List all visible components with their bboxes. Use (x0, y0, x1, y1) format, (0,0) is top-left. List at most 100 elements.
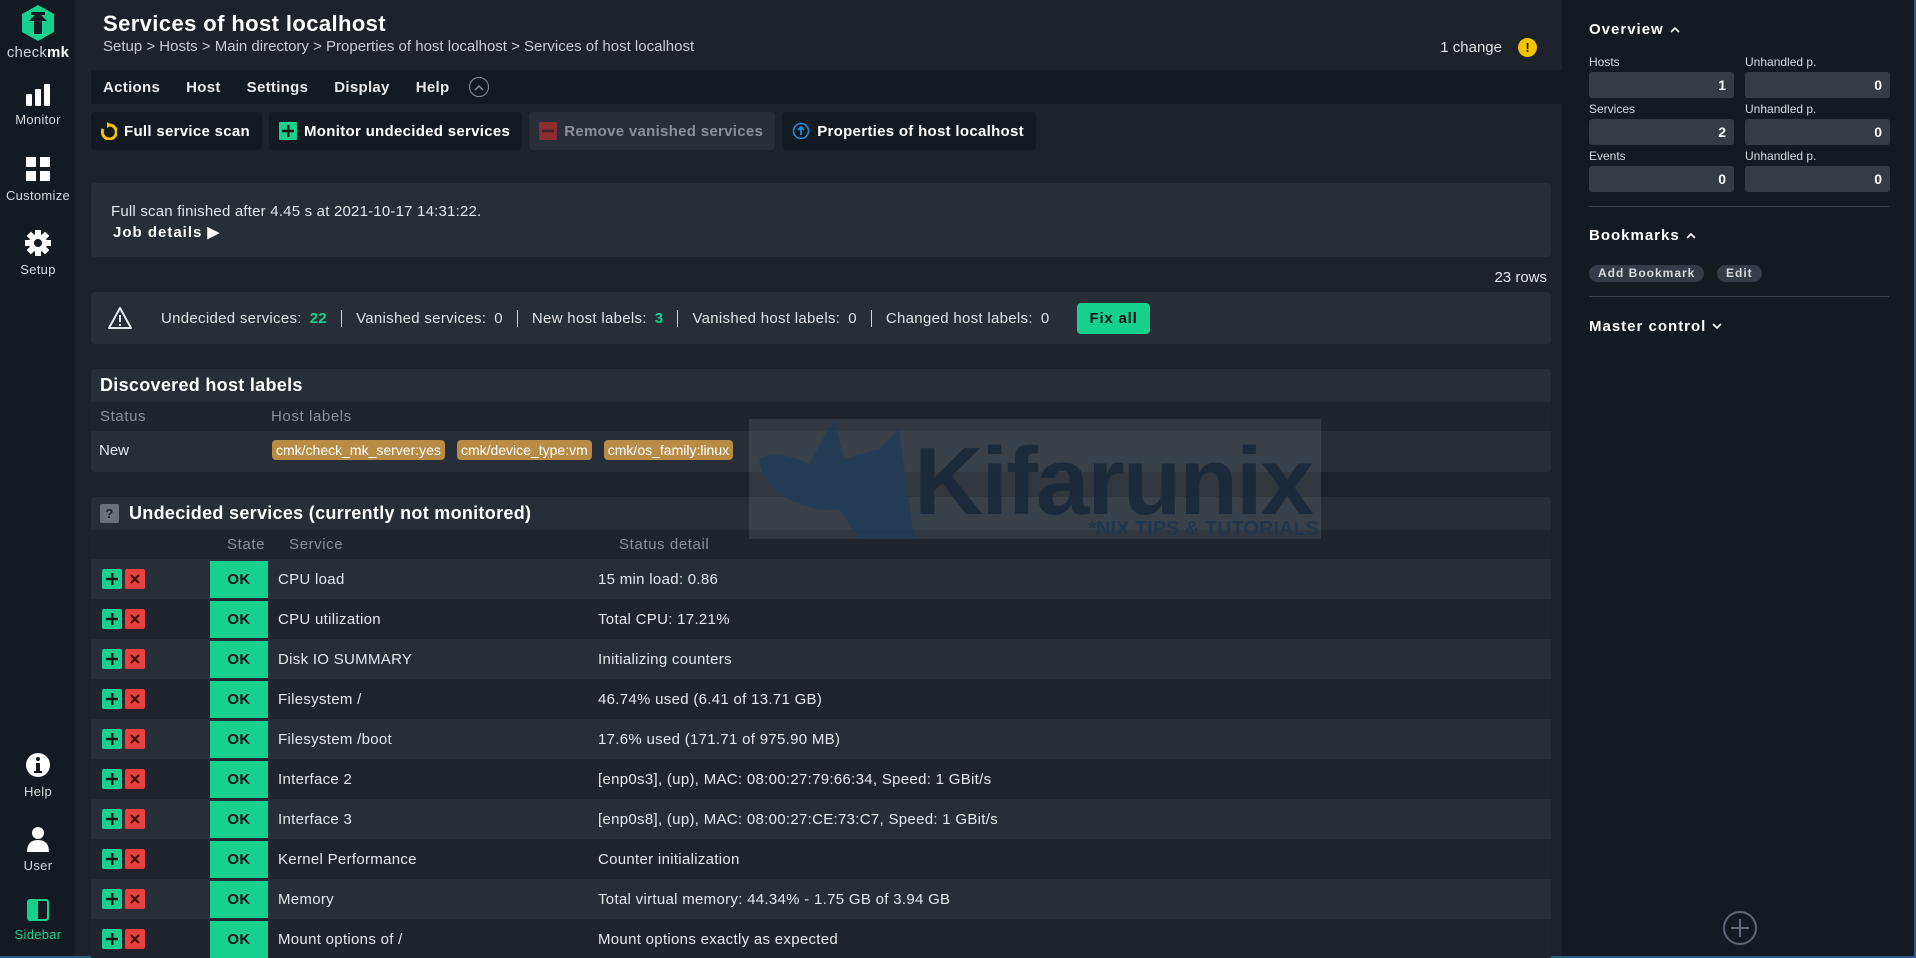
service-name[interactable]: Memory (268, 891, 598, 908)
host-properties-button[interactable]: Properties of host localhost (782, 112, 1036, 150)
overview-label: Unhandled p. (1745, 149, 1817, 163)
monitor-service-button[interactable] (102, 929, 122, 949)
monitor-service-button[interactable] (102, 689, 122, 709)
fix-all-button[interactable]: Fix all (1077, 302, 1150, 334)
service-name[interactable]: Disk IO SUMMARY (268, 651, 598, 668)
menu-display[interactable]: Display (334, 79, 389, 96)
collapse-menu-button[interactable] (469, 77, 490, 97)
column-host-labels[interactable]: Host labels (271, 408, 352, 425)
nav-help[interactable]: Help (0, 752, 76, 799)
summary-changed-host-labels: Changed host labels: 0 (870, 309, 1064, 327)
overview-snapin-header[interactable]: Overview (1589, 21, 1680, 38)
disable-service-button[interactable] (125, 689, 145, 709)
overview-label: Unhandled p. (1745, 102, 1817, 116)
nav-label: User (23, 858, 53, 873)
nav-setup[interactable]: Setup (0, 230, 76, 277)
service-name[interactable]: Interface 3 (268, 811, 598, 828)
column-service[interactable]: Service (289, 536, 619, 553)
summary-vanished-services: Vanished services: 0 (341, 309, 517, 327)
disable-service-button[interactable] (125, 649, 145, 669)
disable-service-button[interactable] (125, 929, 145, 949)
host-label-tag[interactable]: cmk/check_mk_server:yes (272, 440, 445, 460)
add-snapin-button[interactable] (1722, 910, 1758, 951)
close-icon (130, 694, 140, 704)
disable-service-button[interactable] (125, 729, 145, 749)
service-name[interactable]: CPU load (268, 571, 598, 588)
nav-monitor[interactable]: Monitor (0, 84, 76, 127)
services-unhandled-count[interactable]: 0 (1745, 119, 1890, 145)
state-badge: OK (210, 640, 268, 678)
host-label-tag[interactable]: cmk/os_family:linux (603, 440, 734, 460)
monitor-service-button[interactable] (102, 649, 122, 669)
services-table-body: OK CPU load 15 min load: 0.86 OK CPU utiliza… (91, 559, 1551, 958)
monitor-service-button[interactable] (102, 729, 122, 749)
column-status[interactable]: Status (91, 408, 271, 425)
service-name[interactable]: Kernel Performance (268, 851, 598, 868)
disable-service-button[interactable] (125, 609, 145, 629)
service-status-detail: Total virtual memory: 44.34% - 1.75 GB o… (598, 890, 951, 908)
column-state[interactable]: State (227, 536, 289, 553)
plus-icon (106, 613, 118, 625)
disable-service-button[interactable] (125, 849, 145, 869)
panel-title-row: ? Undecided services (currently not moni… (91, 497, 1551, 530)
monitor-service-button[interactable] (102, 849, 122, 869)
menu-host[interactable]: Host (186, 79, 221, 96)
bookmarks-snapin-header[interactable]: Bookmarks (1589, 227, 1696, 244)
pending-changes-link[interactable]: 1 change ! (1440, 38, 1537, 57)
menu-settings[interactable]: Settings (247, 79, 309, 96)
monitor-service-button[interactable] (102, 809, 122, 829)
up-arrow-circle-icon (792, 122, 810, 140)
monitor-service-button[interactable] (102, 769, 122, 789)
monitor-service-button[interactable] (102, 889, 122, 909)
disable-service-button[interactable] (125, 769, 145, 789)
user-icon (27, 827, 49, 852)
monitor-service-button[interactable] (102, 609, 122, 629)
service-name[interactable]: Mount options of / (268, 931, 598, 948)
service-name[interactable]: Filesystem /boot (268, 731, 598, 748)
discovered-host-labels-panel: Discovered host labels Status Host label… (91, 369, 1551, 472)
edit-bookmarks-button[interactable]: Edit (1717, 265, 1762, 282)
monitor-service-button[interactable] (102, 569, 122, 589)
disable-service-button[interactable] (125, 889, 145, 909)
services-count[interactable]: 2 (1589, 119, 1734, 145)
service-row: OK CPU utilization Total CPU: 17.21% (91, 599, 1551, 639)
events-unhandled-count[interactable]: 0 (1745, 166, 1890, 192)
hosts-unhandled-count[interactable]: 0 (1745, 72, 1890, 98)
service-name[interactable]: Interface 2 (268, 771, 598, 788)
service-status-detail: 15 min load: 0.86 (598, 570, 719, 588)
hosts-count[interactable]: 1 (1589, 72, 1734, 98)
menu-actions[interactable]: Actions (103, 79, 160, 96)
master-control-snapin-header[interactable]: Master control (1589, 318, 1722, 335)
nav-customize[interactable]: Customize (0, 156, 76, 203)
remove-vanished-services-button: Remove vanished services (529, 112, 776, 150)
overview-label: Unhandled p. (1745, 55, 1817, 69)
checkmk-logo[interactable]: checkmk (0, 4, 76, 61)
nav-label: Help (24, 784, 52, 799)
service-name[interactable]: Filesystem / (268, 691, 598, 708)
disable-service-button[interactable] (125, 809, 145, 829)
button-label: Properties of host localhost (817, 122, 1024, 140)
events-count[interactable]: 0 (1589, 166, 1734, 192)
close-icon (130, 934, 140, 944)
monitor-undecided-services-button[interactable]: Monitor undecided services (269, 112, 523, 150)
add-bookmark-button[interactable]: Add Bookmark (1589, 265, 1705, 282)
nav-user[interactable]: User (0, 826, 76, 873)
column-status-detail[interactable]: Status detail (619, 536, 709, 553)
service-row: OK CPU load 15 min load: 0.86 (91, 559, 1551, 599)
nav-label: Customize (5, 188, 71, 203)
nav-sidebar-toggle[interactable]: Sidebar (0, 899, 76, 942)
close-icon (130, 614, 140, 624)
panel-title: Undecided services (currently not monito… (129, 503, 532, 523)
service-name[interactable]: CPU utilization (268, 611, 598, 628)
breadcrumb[interactable]: Setup > Hosts > Main directory > Propert… (103, 38, 694, 55)
close-icon (130, 854, 140, 864)
full-service-scan-button[interactable]: Full service scan (91, 112, 263, 150)
job-details-toggle[interactable]: Job details ▶ (113, 223, 220, 241)
help-question-icon: ? (100, 504, 119, 523)
right-sidebar: Overview Hosts Unhandled p. 1 0 Services… (1562, 0, 1914, 956)
menu-help[interactable]: Help (416, 79, 450, 96)
services-table-header: State Service Status detail (91, 530, 1551, 559)
host-label-tag[interactable]: cmk/device_type:vm (456, 440, 592, 460)
disable-service-button[interactable] (125, 569, 145, 589)
overview-label: Hosts (1589, 55, 1620, 69)
